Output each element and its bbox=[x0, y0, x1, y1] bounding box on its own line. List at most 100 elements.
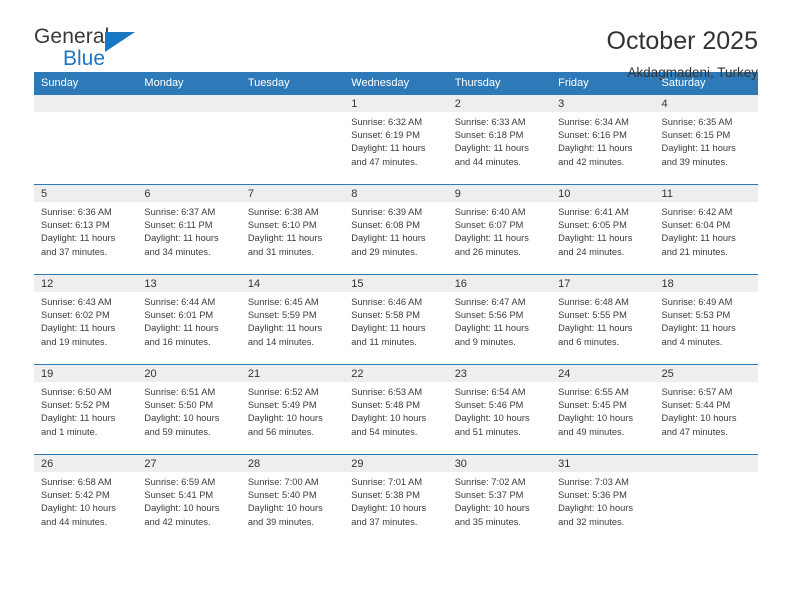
day-cell[interactable]: 2 Sunrise: 6:33 AM Sunset: 6:18 PM Daylight… bbox=[447, 94, 552, 185]
daylight-text-line2: and 9 minutes. bbox=[454, 336, 516, 347]
daylight-text-line2: and 24 minutes. bbox=[558, 246, 625, 257]
day-number: 13 bbox=[137, 275, 241, 292]
day-cell[interactable]: 5 Sunrise: 6:36 AM Sunset: 6:13 PM Daylight… bbox=[34, 184, 138, 275]
sunset-text: Sunset: 5:53 PM bbox=[661, 310, 731, 321]
day-cell[interactable]: 15 Sunrise: 6:46 AM Sunset: 5:58 PM Dayligh… bbox=[344, 274, 448, 365]
daylight-text-line1: Daylight: 11 hours bbox=[41, 233, 116, 244]
day-details: Sunrise: 6:45 AM Sunset: 5:59 PM Daylight:… bbox=[241, 292, 344, 349]
daylight-text-line2: and 44 minutes. bbox=[454, 156, 521, 167]
day-cell[interactable]: 11 Sunrise: 6:42 AM Sunset: 6:04 PM Dayligh… bbox=[654, 184, 758, 275]
day-number: 9 bbox=[447, 185, 552, 202]
day-cell[interactable]: 29 Sunrise: 7:01 AM Sunset: 5:38 PM Dayligh… bbox=[344, 454, 448, 544]
day-cell[interactable]: 12 Sunrise: 6:43 AM Sunset: 6:02 PM Dayligh… bbox=[34, 274, 138, 365]
daylight-text-line1: Daylight: 11 hours bbox=[351, 143, 426, 154]
sunrise-sunset-calendar: Sunday Monday Tuesday Wednesday Thursday… bbox=[34, 72, 758, 544]
day-cell[interactable]: 7 Sunrise: 6:38 AM Sunset: 6:10 PM Daylight… bbox=[240, 184, 345, 275]
day-cell[interactable]: 24 Sunrise: 6:55 AM Sunset: 5:45 PM Dayligh… bbox=[551, 364, 655, 455]
day-details: Sunrise: 6:57 AM Sunset: 5:44 PM Daylight:… bbox=[655, 382, 758, 439]
day-details: Sunrise: 6:41 AM Sunset: 6:05 PM Daylight:… bbox=[551, 202, 654, 259]
day-cell[interactable]: 16 Sunrise: 6:47 AM Sunset: 5:56 PM Dayligh… bbox=[447, 274, 552, 365]
daylight-text-line2: and 47 minutes. bbox=[351, 156, 418, 167]
day-cell[interactable]: 3 Sunrise: 6:34 AM Sunset: 6:16 PM Daylight… bbox=[551, 94, 655, 185]
sunrise-text: Sunrise: 6:37 AM bbox=[144, 207, 216, 217]
day-cell[interactable]: 6 Sunrise: 6:37 AM Sunset: 6:11 PM Daylight… bbox=[137, 184, 241, 275]
sunrise-text: Sunrise: 6:45 AM bbox=[247, 297, 319, 307]
day-details: Sunrise: 6:48 AM Sunset: 5:55 PM Daylight:… bbox=[551, 292, 654, 349]
day-cell[interactable]: 10 Sunrise: 6:41 AM Sunset: 6:05 PM Dayligh… bbox=[551, 184, 655, 275]
sunset-text: Sunset: 5:42 PM bbox=[41, 490, 110, 501]
day-cell[interactable]: 30 Sunrise: 7:02 AM Sunset: 5:37 PM Dayligh… bbox=[447, 454, 552, 544]
sunset-text: Sunset: 5:59 PM bbox=[247, 310, 317, 321]
daylight-text-line1: Daylight: 10 hours bbox=[41, 503, 116, 514]
sunrise-text: Sunrise: 6:51 AM bbox=[144, 387, 216, 397]
day-cell[interactable]: 18 Sunrise: 6:49 AM Sunset: 5:53 PM Dayligh… bbox=[654, 274, 758, 365]
daylight-text-line2: and 51 minutes. bbox=[454, 426, 521, 437]
sunrise-text: Sunrise: 6:32 AM bbox=[351, 117, 423, 127]
daylight-text-line2: and 31 minutes. bbox=[247, 246, 314, 257]
generalblue-logo[interactable]: General Blue bbox=[34, 26, 164, 78]
day-cell[interactable]: 27 Sunrise: 6:59 AM Sunset: 5:41 PM Dayligh… bbox=[137, 454, 241, 544]
sunset-text: Sunset: 6:02 PM bbox=[41, 310, 110, 321]
day-details: Sunrise: 6:53 AM Sunset: 5:48 PM Daylight:… bbox=[344, 382, 447, 439]
daylight-text-line2: and 29 minutes. bbox=[351, 246, 418, 257]
day-cell[interactable]: 1 Sunrise: 6:32 AM Sunset: 6:19 PM Daylight… bbox=[344, 94, 448, 185]
day-details: Sunrise: 6:36 AM Sunset: 6:13 PM Daylight:… bbox=[34, 202, 137, 259]
daylight-text-line2: and 49 minutes. bbox=[558, 426, 625, 437]
daylight-text-line2: and 26 minutes. bbox=[454, 246, 521, 257]
sunrise-text: Sunrise: 6:36 AM bbox=[41, 207, 112, 217]
day-number: 30 bbox=[447, 455, 552, 472]
day-details: Sunrise: 6:55 AM Sunset: 5:45 PM Daylight:… bbox=[551, 382, 654, 439]
sunset-text: Sunset: 6:19 PM bbox=[351, 130, 420, 141]
day-details: Sunrise: 6:51 AM Sunset: 5:50 PM Daylight:… bbox=[137, 382, 240, 439]
day-cell[interactable]: 9 Sunrise: 6:40 AM Sunset: 6:07 PM Daylight… bbox=[447, 184, 552, 275]
day-cell[interactable]: 23 Sunrise: 6:54 AM Sunset: 5:46 PM Dayligh… bbox=[447, 364, 552, 455]
daylight-text-line1: Daylight: 11 hours bbox=[661, 323, 736, 334]
daylight-text-line1: Daylight: 11 hours bbox=[558, 323, 633, 334]
daylight-text-line1: Daylight: 10 hours bbox=[247, 413, 323, 424]
sunrise-text: Sunrise: 6:44 AM bbox=[144, 297, 216, 307]
day-cell[interactable]: 22 Sunrise: 6:53 AM Sunset: 5:48 PM Dayligh… bbox=[344, 364, 448, 455]
daylight-text-line1: Daylight: 11 hours bbox=[661, 143, 736, 154]
day-cell[interactable]: 8 Sunrise: 6:39 AM Sunset: 6:08 PM Daylight… bbox=[344, 184, 448, 275]
day-cell[interactable]: 20 Sunrise: 6:51 AM Sunset: 5:50 PM Dayligh… bbox=[137, 364, 241, 455]
daylight-text-line1: Daylight: 11 hours bbox=[41, 413, 116, 424]
daylight-text-line1: Daylight: 11 hours bbox=[454, 143, 529, 154]
day-cell[interactable]: 25 Sunrise: 6:57 AM Sunset: 5:44 PM Dayligh… bbox=[654, 364, 758, 455]
daylight-text-line2: and 34 minutes. bbox=[144, 246, 211, 257]
day-details: Sunrise: 6:46 AM Sunset: 5:58 PM Daylight:… bbox=[344, 292, 447, 349]
day-cell[interactable]: 26 Sunrise: 6:58 AM Sunset: 5:42 PM Dayligh… bbox=[34, 454, 138, 544]
daylight-text-line1: Daylight: 11 hours bbox=[454, 323, 529, 334]
weekday-header-wednesday: Wednesday bbox=[344, 72, 448, 95]
sunset-text: Sunset: 6:05 PM bbox=[558, 220, 627, 231]
sunrise-text: Sunrise: 6:55 AM bbox=[558, 387, 629, 397]
day-details: Sunrise: 6:34 AM Sunset: 6:16 PM Daylight:… bbox=[551, 112, 654, 169]
day-cell[interactable]: 28 Sunrise: 7:00 AM Sunset: 5:40 PM Dayligh… bbox=[240, 454, 345, 544]
sunrise-text: Sunrise: 6:47 AM bbox=[454, 297, 526, 307]
daylight-text-line2: and 42 minutes. bbox=[558, 156, 625, 167]
daylight-text-line1: Daylight: 10 hours bbox=[144, 413, 220, 424]
day-cell[interactable]: 17 Sunrise: 6:48 AM Sunset: 5:55 PM Dayligh… bbox=[551, 274, 655, 365]
day-details: Sunrise: 6:58 AM Sunset: 5:42 PM Daylight:… bbox=[34, 472, 137, 529]
daylight-text-line1: Daylight: 11 hours bbox=[144, 233, 219, 244]
day-cell[interactable]: 19 Sunrise: 6:50 AM Sunset: 5:52 PM Dayligh… bbox=[34, 364, 138, 455]
sunset-text: Sunset: 5:40 PM bbox=[247, 490, 317, 501]
day-cell[interactable]: 13 Sunrise: 6:44 AM Sunset: 6:01 PM Dayligh… bbox=[137, 274, 241, 365]
day-number: 3 bbox=[551, 95, 655, 112]
day-cell[interactable]: 31 Sunrise: 7:03 AM Sunset: 5:36 PM Dayligh… bbox=[551, 454, 655, 544]
day-cell[interactable]: 4 Sunrise: 6:35 AM Sunset: 6:15 PM Daylight… bbox=[654, 94, 758, 185]
day-details: Sunrise: 6:33 AM Sunset: 6:18 PM Daylight:… bbox=[448, 112, 551, 169]
sunrise-text: Sunrise: 6:38 AM bbox=[247, 207, 319, 217]
sunset-text: Sunset: 5:44 PM bbox=[661, 400, 731, 411]
day-number: 20 bbox=[137, 365, 241, 382]
sunset-text: Sunset: 6:18 PM bbox=[454, 130, 524, 141]
day-number bbox=[240, 95, 345, 112]
day-cell[interactable]: 14 Sunrise: 6:45 AM Sunset: 5:59 PM Dayligh… bbox=[240, 274, 345, 365]
sunset-text: Sunset: 6:07 PM bbox=[454, 220, 524, 231]
day-cell[interactable]: 21 Sunrise: 6:52 AM Sunset: 5:49 PM Dayligh… bbox=[240, 364, 345, 455]
sunset-text: Sunset: 6:08 PM bbox=[351, 220, 420, 231]
sunset-text: Sunset: 6:10 PM bbox=[247, 220, 317, 231]
sunrise-text: Sunrise: 6:39 AM bbox=[351, 207, 423, 217]
sunrise-text: Sunrise: 6:48 AM bbox=[558, 297, 629, 307]
sunrise-text: Sunrise: 7:03 AM bbox=[558, 477, 629, 487]
day-details: Sunrise: 6:42 AM Sunset: 6:04 PM Daylight:… bbox=[655, 202, 758, 259]
